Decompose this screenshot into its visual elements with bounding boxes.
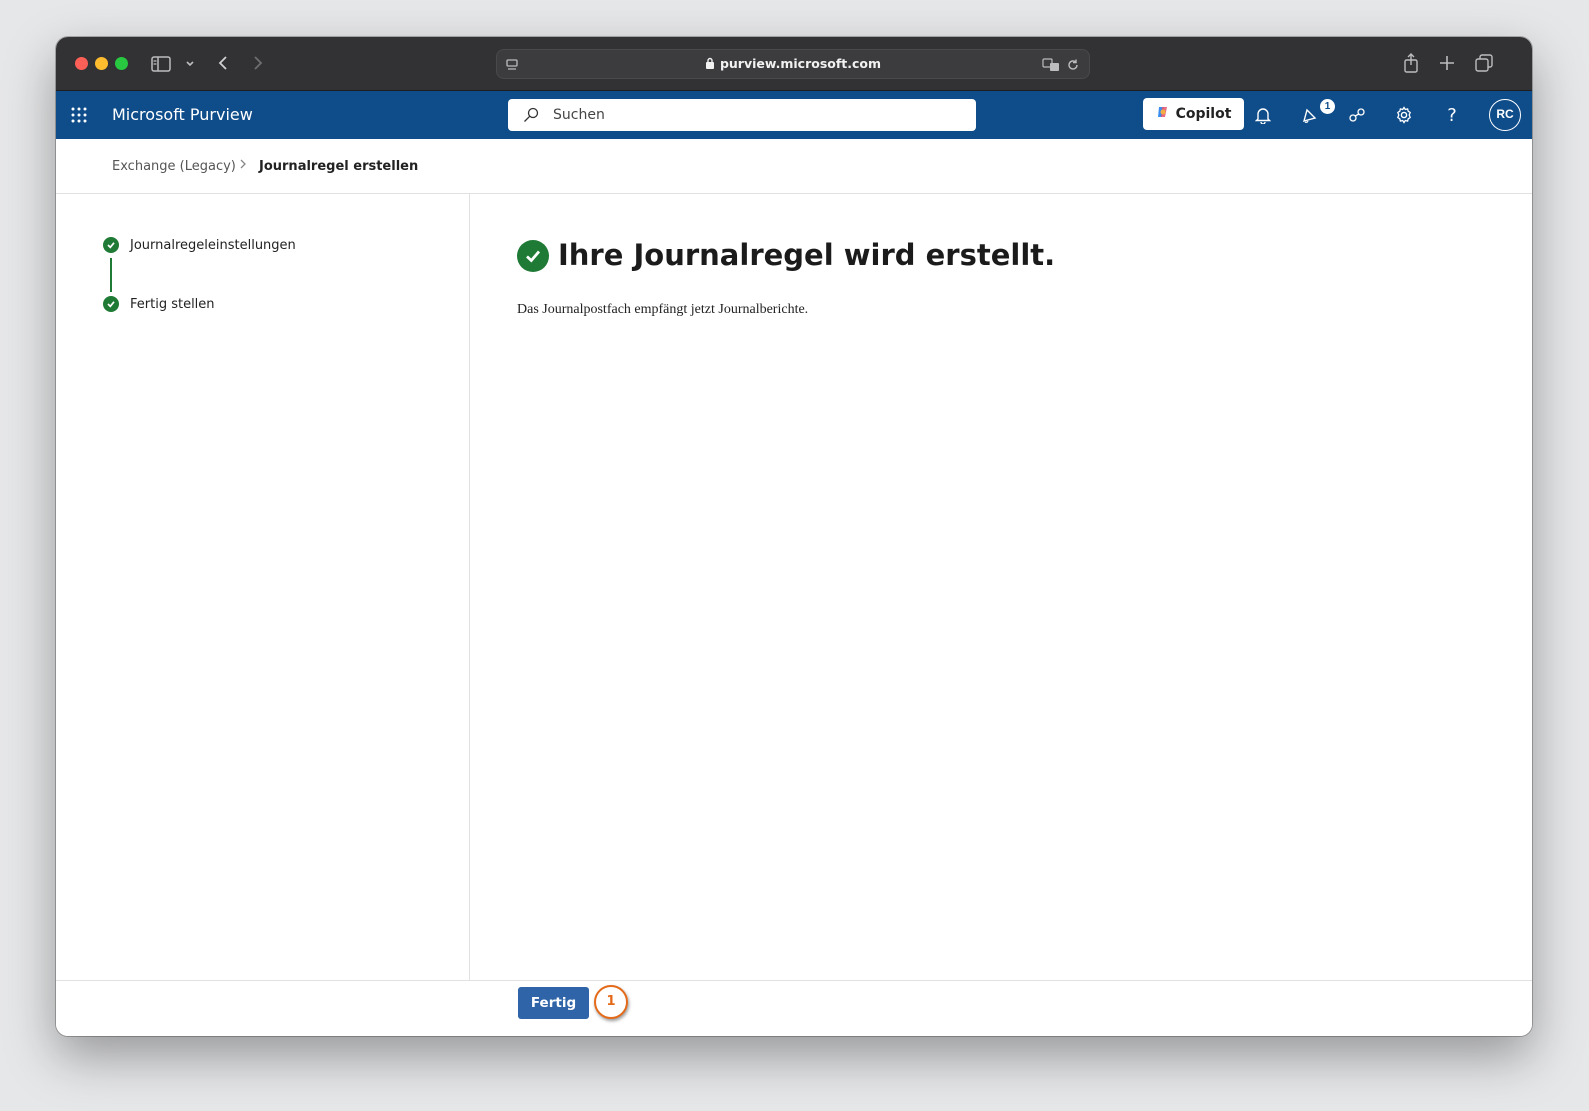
step-label: Fertig stellen xyxy=(130,296,215,312)
breadcrumb-current: Journalregel erstellen xyxy=(259,159,419,174)
copilot-icon xyxy=(1156,105,1170,123)
wizard-step-settings[interactable]: Journalregeleinstellungen xyxy=(103,237,296,253)
sidebar-toggle-icon[interactable] xyxy=(150,54,172,74)
connections-icon[interactable] xyxy=(1346,104,1368,126)
breadcrumb-parent-link[interactable]: Exchange (Legacy) xyxy=(112,159,236,174)
search-icon xyxy=(522,106,540,124)
minimize-window-button[interactable] xyxy=(95,57,108,70)
share-icon[interactable] xyxy=(1400,51,1422,75)
chevron-right-icon xyxy=(238,158,248,174)
notification-count-badge: 1 xyxy=(1320,99,1335,114)
step-label: Journalregeleinstellungen xyxy=(130,237,296,253)
success-check-icon xyxy=(517,240,549,272)
settings-gear-icon[interactable] xyxy=(1393,104,1415,126)
whats-new-icon[interactable] xyxy=(1299,104,1321,126)
reload-icon[interactable] xyxy=(1064,56,1082,74)
step-number-marker: 1 xyxy=(594,985,628,1019)
tab-overview-icon[interactable] xyxy=(1473,52,1495,74)
app-launcher-icon[interactable] xyxy=(68,104,90,126)
chevron-down-icon[interactable] xyxy=(183,56,197,72)
copilot-label: Copilot xyxy=(1175,106,1232,122)
main-content: Ihre Journalregel wird erstellt. Das Jou… xyxy=(470,194,1532,980)
page-title: Ihre Journalregel wird erstellt. xyxy=(558,238,1056,272)
app-header: Microsoft Purview Suchen Copilot 1 ? RC xyxy=(56,91,1532,139)
translate-icon[interactable] xyxy=(1041,56,1061,74)
browser-titlebar: purview.microsoft.com xyxy=(56,37,1532,91)
wizard-footer: Fertig 1 xyxy=(56,980,1532,1036)
back-icon[interactable] xyxy=(213,53,233,73)
lock-icon xyxy=(705,57,715,72)
zoom-window-button[interactable] xyxy=(115,57,128,70)
notification-bell-icon[interactable] xyxy=(1252,104,1274,126)
forward-icon[interactable] xyxy=(248,53,268,73)
copilot-button[interactable]: Copilot xyxy=(1143,98,1244,130)
url-text: purview.microsoft.com xyxy=(497,56,1089,72)
step-complete-check-icon xyxy=(103,237,119,253)
new-tab-icon[interactable] xyxy=(1436,52,1458,74)
app-title[interactable]: Microsoft Purview xyxy=(112,105,253,124)
step-complete-check-icon xyxy=(103,296,119,312)
search-placeholder: Suchen xyxy=(553,107,605,123)
done-button[interactable]: Fertig xyxy=(518,987,589,1019)
avatar[interactable]: RC xyxy=(1489,99,1521,131)
search-input[interactable]: Suchen xyxy=(508,99,976,131)
address-bar[interactable]: purview.microsoft.com xyxy=(496,49,1090,79)
success-description: Das Journalpostfach empfängt jetzt Journ… xyxy=(517,302,809,317)
help-icon[interactable]: ? xyxy=(1441,104,1463,126)
close-window-button[interactable] xyxy=(75,57,88,70)
wizard-step-finish[interactable]: Fertig stellen xyxy=(103,296,215,312)
step-connector xyxy=(110,258,112,292)
browser-window: purview.microsoft.com Microsoft Purview … xyxy=(56,37,1532,1036)
wizard-steps-panel: Journalregeleinstellungen Fertig stellen xyxy=(56,194,470,980)
url-value: purview.microsoft.com xyxy=(719,56,882,71)
breadcrumb: Exchange (Legacy) Journalregel erstellen xyxy=(56,139,1532,194)
